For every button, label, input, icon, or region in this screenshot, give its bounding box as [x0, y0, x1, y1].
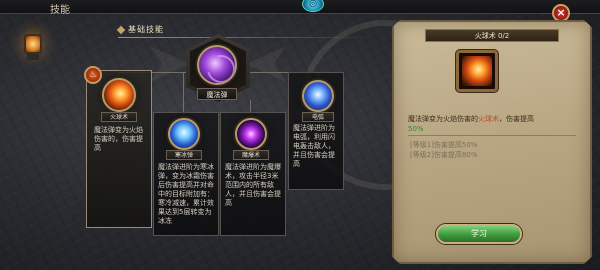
detail-description: 魔法弹变为火焰伤害的火球术，伤害提高 50%: [408, 114, 578, 134]
close-button[interactable]: ×: [552, 4, 570, 22]
lantern-icon: [22, 28, 44, 62]
window-title: 技能: [50, 5, 70, 16]
section-title-rule: [118, 37, 378, 38]
detail-divider: [408, 135, 576, 136]
ice-shard-icon[interactable]: [168, 118, 200, 150]
main-skill-name: 魔法弹: [197, 88, 237, 100]
skill-desc-fireball: 魔法弹变为火焰伤害的，伤害提高: [94, 126, 148, 153]
fireball-icon[interactable]: [102, 78, 136, 112]
skill-desc-ice: 魔法弹进阶为寒冰弹，变为冰霜伤害后伤害提高并对命中的目标附加有：寒冷减速，累计效…: [158, 163, 214, 225]
skill-label-void: 魔爆术: [233, 150, 269, 160]
void-orb-icon[interactable]: [235, 118, 267, 150]
skill-desc-void: 魔法弹进阶为魔爆术，攻击半径3米范围内的所有敌人，并且伤害会提高: [225, 163, 281, 207]
skill-label-ice: 寒冰弹: [166, 150, 202, 160]
detail-desc-suffix: ，伤害提高: [499, 115, 534, 123]
skill-label-fireball: 火球术: [101, 112, 137, 122]
learn-button[interactable]: 学习: [436, 224, 522, 244]
fireball-icon: [462, 56, 492, 86]
tree-connector: [183, 72, 184, 116]
detail-desc-value: 50%: [408, 125, 424, 133]
lightning-icon[interactable]: [302, 80, 334, 112]
detail-level-2: [等级2]伤害提高80%: [410, 151, 478, 159]
skill-desc-thunder: 魔法弹进阶为电弧，利用闪电轰击敌人，并且伤害会提高: [293, 124, 335, 168]
window-top-bar: [0, 0, 600, 14]
detail-desc-prefix: 魔法弹变为火焰伤害的: [408, 115, 478, 123]
section-title: 基础技能: [118, 24, 164, 38]
detail-title: 火球术 0/2: [425, 29, 559, 42]
flame-badge-icon: ♨: [84, 66, 102, 84]
detail-desc-highlight: 火球术: [478, 115, 499, 123]
skill-label-thunder: 电弧: [302, 112, 334, 122]
magic-orb-icon[interactable]: [197, 45, 237, 85]
detail-level-1: [等级1]伤害提高50%: [410, 141, 478, 149]
